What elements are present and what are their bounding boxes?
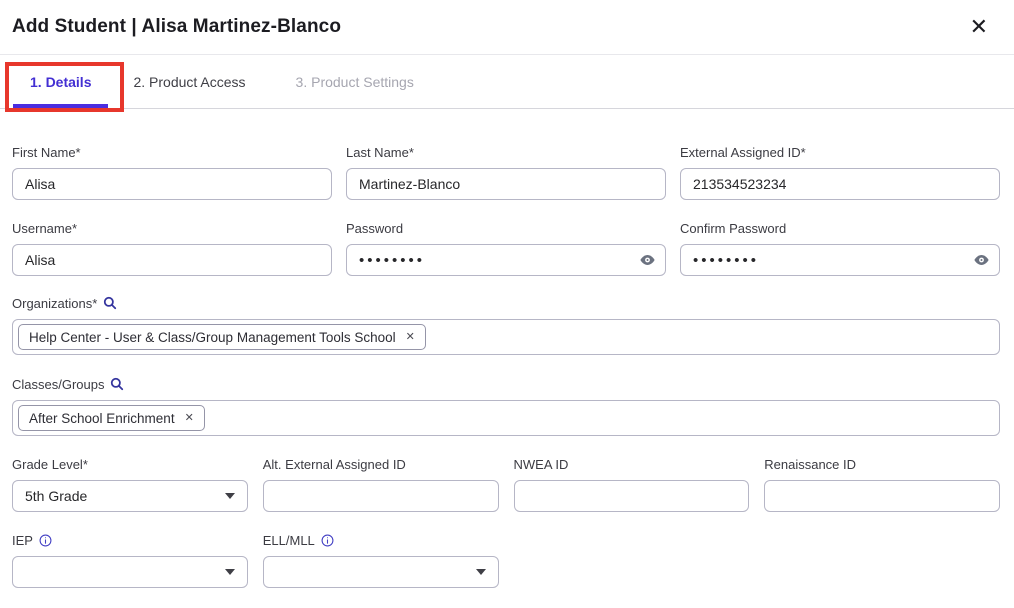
renaissance-id-field-group: Renaissance ID [764, 458, 1000, 512]
tab-details[interactable]: 1. Details [13, 55, 108, 108]
alt-external-id-field-group: Alt. External Assigned ID [263, 458, 499, 512]
alt-external-id-input[interactable] [263, 480, 499, 512]
last-name-input[interactable] [346, 168, 666, 200]
tab-details-label: 1. Details [30, 74, 91, 90]
tab-product-access[interactable]: 2. Product Access [116, 55, 262, 108]
modal-header: Add Student | Alisa Martinez-Blanco ✕ [0, 0, 1014, 55]
form-row-classes: Classes/Groups After School Enrichment ✕ [12, 377, 1000, 436]
grade-level-select[interactable]: 5th Grade [12, 480, 248, 512]
classes-groups-label: Classes/Groups [12, 377, 1000, 391]
grade-level-label: Grade Level* [12, 458, 248, 471]
tab-product-settings[interactable]: 3. Product Settings [279, 55, 431, 108]
classes-groups-field-group: Classes/Groups After School Enrichment ✕ [12, 377, 1000, 436]
ell-mll-select[interactable] [263, 556, 499, 588]
last-name-field-group: Last Name* [346, 146, 666, 200]
grade-level-field-group: Grade Level* 5th Grade [12, 458, 248, 512]
external-id-field-group: External Assigned ID* [680, 146, 1000, 200]
form-row-organizations: Organizations* Help Center - User & Clas… [12, 296, 1000, 355]
form-row-ids: Grade Level* 5th Grade Alt. External Ass… [12, 458, 1000, 512]
organizations-label: Organizations* [12, 296, 1000, 310]
confirm-password-label: Confirm Password [680, 222, 1000, 235]
search-icon[interactable] [110, 377, 124, 391]
info-icon[interactable] [39, 534, 52, 547]
password-field-group: Password [346, 222, 666, 276]
organization-chip: Help Center - User & Class/Group Managem… [18, 324, 426, 350]
page-title: Add Student | Alisa Martinez-Blanco [12, 16, 341, 38]
search-icon[interactable] [103, 296, 117, 310]
eye-icon [639, 252, 656, 269]
renaissance-id-input[interactable] [764, 480, 1000, 512]
iep-field-group: IEP [12, 534, 248, 588]
classes-groups-input[interactable]: After School Enrichment ✕ [12, 400, 1000, 436]
form-row-credentials: Username* Password [12, 222, 1000, 276]
tab-product-settings-label: 3. Product Settings [296, 74, 414, 90]
external-id-input[interactable] [680, 168, 1000, 200]
nwea-id-input[interactable] [514, 480, 750, 512]
password-input[interactable] [346, 244, 666, 276]
form-row-programs: IEP ELL/MLL [12, 534, 1000, 588]
tab-bar: 1. Details 2. Product Access 3. Product … [0, 55, 1014, 109]
first-name-label: First Name* [12, 146, 332, 159]
ell-mll-label: ELL/MLL [263, 534, 499, 547]
username-field-group: Username* [12, 222, 332, 276]
organization-chip-label: Help Center - User & Class/Group Managem… [29, 330, 396, 345]
nwea-id-label: NWEA ID [514, 458, 750, 471]
alt-external-id-label: Alt. External Assigned ID [263, 458, 499, 471]
organizations-input[interactable]: Help Center - User & Class/Group Managem… [12, 319, 1000, 355]
password-label: Password [346, 222, 666, 235]
add-student-modal: Add Student | Alisa Martinez-Blanco ✕ 1.… [0, 0, 1014, 588]
confirm-password-input[interactable] [680, 244, 1000, 276]
iep-select[interactable] [12, 556, 248, 588]
username-label: Username* [12, 222, 332, 235]
chip-remove-icon[interactable]: ✕ [185, 413, 194, 424]
organizations-field-group: Organizations* Help Center - User & Clas… [12, 296, 1000, 355]
eye-icon [973, 252, 990, 269]
chevron-down-icon [225, 493, 235, 499]
class-group-chip: After School Enrichment ✕ [18, 405, 205, 431]
first-name-input[interactable] [12, 168, 332, 200]
password-visibility-toggle[interactable] [639, 252, 656, 269]
username-input[interactable] [12, 244, 332, 276]
grade-level-value: 5th Grade [25, 488, 87, 504]
form-row-names: First Name* Last Name* External Assigned… [12, 146, 1000, 200]
info-icon[interactable] [321, 534, 334, 547]
close-icon[interactable]: ✕ [968, 14, 990, 40]
iep-label: IEP [12, 534, 248, 547]
chip-remove-icon[interactable]: ✕ [406, 332, 415, 343]
confirm-password-field-group: Confirm Password [680, 222, 1000, 276]
details-form: First Name* Last Name* External Assigned… [0, 109, 1014, 588]
external-id-label: External Assigned ID* [680, 146, 1000, 159]
chevron-down-icon [476, 569, 486, 575]
renaissance-id-label: Renaissance ID [764, 458, 1000, 471]
chevron-down-icon [225, 569, 235, 575]
class-group-chip-label: After School Enrichment [29, 411, 175, 426]
ell-mll-field-group: ELL/MLL [263, 534, 499, 588]
nwea-id-field-group: NWEA ID [514, 458, 750, 512]
tab-product-access-label: 2. Product Access [133, 74, 245, 90]
confirm-password-visibility-toggle[interactable] [973, 252, 990, 269]
first-name-field-group: First Name* [12, 146, 332, 200]
last-name-label: Last Name* [346, 146, 666, 159]
